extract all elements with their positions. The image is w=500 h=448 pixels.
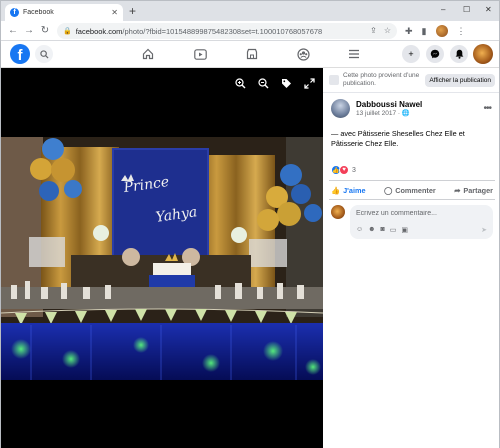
facebook-favicon-icon: f bbox=[10, 8, 19, 17]
address-bar[interactable]: 🔒 facebook.com/photo/?fbid=1015488998754… bbox=[57, 23, 397, 39]
comment-label: Commenter bbox=[395, 185, 436, 195]
tab-close-icon[interactable]: ✕ bbox=[111, 8, 118, 17]
party-photo-illustration: Prince Yahya bbox=[1, 137, 323, 380]
viewer-toolbar bbox=[235, 78, 315, 92]
sidepanel-icon[interactable]: ▮ bbox=[422, 26, 427, 37]
facebook-logo-letter: f bbox=[17, 47, 23, 64]
home-icon[interactable] bbox=[138, 45, 158, 63]
account-avatar[interactable] bbox=[473, 44, 493, 64]
url-text[interactable]: facebook.com/photo/?fbid=101548899875482… bbox=[76, 27, 322, 36]
reload-icon[interactable]: ↻ bbox=[37, 25, 53, 36]
love-reaction-icon: ♥ bbox=[339, 165, 349, 175]
comment-field[interactable]: ☺ ☻ ◙ ▭ ▣ ➤ bbox=[350, 205, 493, 239]
messenger-icon[interactable] bbox=[426, 45, 444, 63]
more-icon[interactable]: ⋮ bbox=[457, 26, 466, 37]
photo-viewer: Prince Yahya bbox=[1, 68, 323, 448]
lock-icon[interactable]: 🔒 bbox=[63, 27, 72, 35]
post-date-line: 13 juillet 2017 · 🌐 bbox=[356, 110, 410, 117]
share-arrow-icon: ➦ bbox=[454, 185, 461, 195]
puzzle-icon[interactable]: ✚ bbox=[405, 26, 413, 37]
reaction-count: 3 bbox=[352, 166, 356, 174]
emoji-icon[interactable]: ☻ bbox=[368, 226, 375, 234]
marketplace-icon[interactable] bbox=[242, 45, 262, 63]
post-author: Dabboussi Nawel 13 juillet 2017 · 🌐 bbox=[331, 99, 422, 118]
party-photo: Prince Yahya bbox=[1, 137, 323, 380]
send-icon[interactable]: ➤ bbox=[481, 226, 487, 234]
browser-tab[interactable]: f Facebook ✕ bbox=[5, 4, 123, 21]
star-icon[interactable]: ☆ bbox=[384, 26, 391, 35]
post-icon bbox=[329, 75, 339, 85]
avatar-sticker-icon[interactable]: ☺ bbox=[356, 226, 363, 234]
globe-icon: 🌐 bbox=[401, 110, 410, 117]
facebook-logo[interactable]: f bbox=[10, 44, 30, 64]
author-info: Dabboussi Nawel 13 juillet 2017 · 🌐 bbox=[356, 100, 422, 117]
facebook-header: f + bbox=[1, 41, 499, 68]
reactions-summary[interactable]: 👍 ♥ 3 bbox=[331, 165, 356, 175]
comment-input[interactable] bbox=[356, 210, 486, 217]
post-caption: — avec Pâtisserie Sheselles Chez Elle et… bbox=[331, 129, 465, 148]
tab-title: Facebook bbox=[23, 9, 54, 16]
share-label: Partager bbox=[463, 185, 493, 195]
post-actions: 👍 J'aime ◯ Commenter ➦ Partager bbox=[329, 180, 495, 200]
menu-icon[interactable] bbox=[344, 45, 364, 63]
browser-window: f Facebook ✕ + – ☐ ✕ ← → ↻ 🔒 facebook.co… bbox=[0, 0, 500, 448]
bell-icon[interactable] bbox=[450, 45, 468, 63]
like-label: J'aime bbox=[343, 185, 366, 195]
comment-tools: ☺ ☻ ◙ ▭ ▣ bbox=[356, 226, 408, 234]
show-post-button[interactable]: Afficher la publication bbox=[425, 73, 495, 87]
maximize-button[interactable]: ☐ bbox=[463, 5, 470, 14]
minimize-button[interactable]: – bbox=[441, 5, 445, 14]
new-tab-button[interactable]: + bbox=[129, 5, 136, 17]
gif-icon[interactable]: ▭ bbox=[390, 226, 397, 234]
profile-avatar[interactable] bbox=[435, 25, 448, 37]
url-host: facebook.com bbox=[75, 26, 123, 36]
more-icon[interactable]: ••• bbox=[483, 103, 491, 114]
comment-icon: ◯ bbox=[384, 185, 393, 195]
share-button[interactable]: ➦ Partager bbox=[454, 186, 493, 195]
comment-composer: ☺ ☻ ◙ ▭ ▣ ➤ bbox=[331, 205, 493, 239]
commenter-avatar[interactable] bbox=[331, 205, 345, 219]
fullscreen-icon[interactable] bbox=[304, 78, 315, 92]
url-path: /photo/?fbid=101548899875482308set=t.100… bbox=[122, 26, 323, 36]
zoom-out-icon[interactable] bbox=[258, 78, 269, 92]
search-icon[interactable] bbox=[35, 45, 53, 63]
toolbar: ← → ↻ 🔒 facebook.com/photo/?fbid=1015488… bbox=[1, 21, 499, 41]
like-button[interactable]: 👍 J'aime bbox=[331, 186, 366, 195]
watch-icon[interactable] bbox=[190, 45, 210, 63]
forward-arrow-icon[interactable]: → bbox=[21, 25, 37, 36]
like-icon: 👍 bbox=[331, 185, 341, 195]
tag-icon[interactable] bbox=[281, 78, 292, 92]
publication-notice: Cette photo provient d’une publication. … bbox=[323, 68, 499, 93]
notice-text: Cette photo provient d’une publication. bbox=[343, 72, 420, 87]
groups-icon[interactable] bbox=[293, 45, 313, 63]
back-arrow-icon[interactable]: ← bbox=[5, 25, 21, 36]
author-name[interactable]: Dabboussi Nawel bbox=[356, 100, 422, 109]
comment-button[interactable]: ◯ Commenter bbox=[384, 186, 436, 195]
window-close-button[interactable]: ✕ bbox=[485, 5, 492, 14]
author-avatar[interactable] bbox=[331, 99, 350, 118]
post-side-panel: Cette photo provient d’une publication. … bbox=[323, 68, 499, 448]
share-icon[interactable]: ⇪ bbox=[370, 26, 377, 35]
camera-icon[interactable]: ◙ bbox=[381, 226, 385, 234]
tab-strip: f Facebook ✕ + – ☐ ✕ bbox=[1, 1, 499, 21]
zoom-in-icon[interactable] bbox=[235, 78, 246, 92]
sticker-icon[interactable]: ▣ bbox=[401, 226, 408, 234]
post-date[interactable]: 13 juillet 2017 bbox=[356, 110, 396, 117]
plus-icon[interactable]: + bbox=[402, 45, 420, 63]
